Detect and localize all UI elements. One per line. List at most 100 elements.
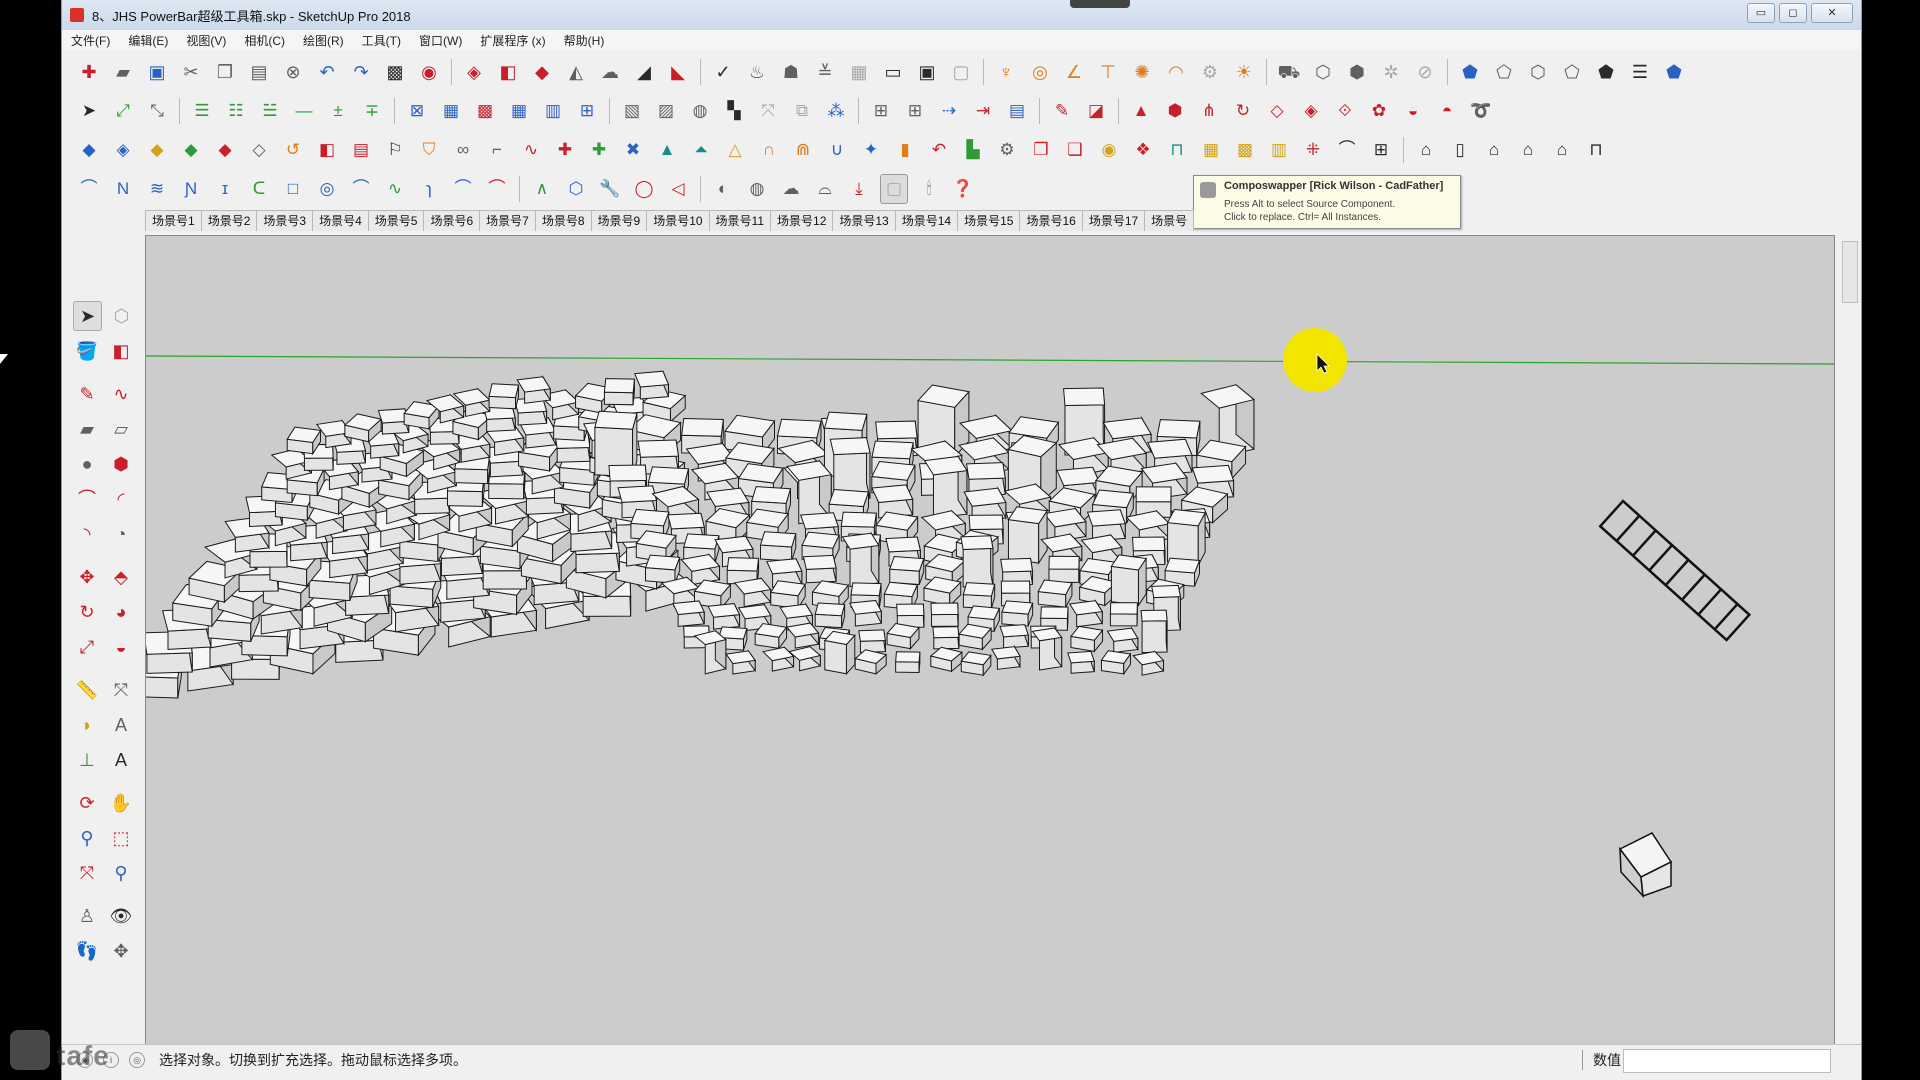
- polygon-icon[interactable]: ⬡: [563, 175, 589, 203]
- tag-red-2-icon[interactable]: ◈: [1298, 97, 1324, 125]
- gem-icon[interactable]: ◉: [1096, 136, 1122, 164]
- undo-red-icon[interactable]: ↶: [926, 136, 952, 164]
- close-button[interactable]: ✕: [1811, 3, 1853, 23]
- layer-icon[interactable]: ▦: [845, 58, 873, 86]
- model-block[interactable]: [854, 649, 888, 675]
- flag-icon[interactable]: ⚐: [382, 136, 408, 164]
- move-green-icon[interactable]: ✚: [586, 136, 612, 164]
- save-icon[interactable]: ▣: [143, 58, 171, 86]
- cone-icon[interactable]: ▲: [654, 136, 680, 164]
- model-block[interactable]: [962, 582, 996, 610]
- rectangle-icon[interactable]: ▰: [73, 415, 101, 443]
- model-block[interactable]: [1109, 602, 1138, 627]
- model-block[interactable]: [672, 600, 705, 627]
- table-icon[interactable]: ▤: [1004, 97, 1030, 125]
- chair-icon[interactable]: ⛉: [416, 136, 442, 164]
- solid-outline-icon[interactable]: ⬠: [1490, 58, 1518, 86]
- polyline-icon[interactable]: ∿: [382, 175, 408, 203]
- pyramid-icon[interactable]: ⏶: [688, 136, 714, 164]
- copy-array-icon[interactable]: ⧉: [789, 97, 815, 125]
- dimension-icon[interactable]: ⤧: [107, 676, 135, 704]
- window-grid-icon[interactable]: ⊞: [902, 97, 928, 125]
- link-icon[interactable]: ∞: [450, 136, 476, 164]
- grid-gold-icon[interactable]: ▦: [1198, 136, 1224, 164]
- move-red-icon[interactable]: ✚: [552, 136, 578, 164]
- tab-scene-18[interactable]: 场景号: [1144, 210, 1195, 231]
- menu-camera[interactable]: 相机(C): [235, 32, 294, 49]
- cube-red-2-icon[interactable]: ❑: [1062, 136, 1088, 164]
- tab-scene-15[interactable]: 场景号15: [957, 210, 1021, 231]
- tab-scene-9[interactable]: 场景号9: [590, 210, 648, 231]
- model-block[interactable]: [1106, 626, 1139, 654]
- model-block[interactable]: [488, 383, 520, 410]
- model-viewport[interactable]: [145, 235, 1835, 1045]
- model-block[interactable]: [707, 603, 741, 630]
- curve-n-icon[interactable]: N: [110, 175, 136, 203]
- undo-icon[interactable]: ↶: [313, 58, 341, 86]
- arc-3pt-icon[interactable]: ◝: [73, 520, 101, 548]
- menu-view[interactable]: 视图(V): [177, 32, 235, 49]
- menu-file[interactable]: 文件(F): [62, 32, 119, 49]
- star-blue-icon[interactable]: ✦: [858, 136, 884, 164]
- gear-faded-icon[interactable]: ⚙: [1196, 58, 1224, 86]
- grid-diagonal-icon[interactable]: ⊠: [404, 97, 430, 125]
- model-block[interactable]: [1001, 600, 1034, 627]
- curve-r-red-icon[interactable]: ⌒: [484, 175, 510, 203]
- fog-icon[interactable]: ☁: [596, 58, 624, 86]
- curve-zigzag-icon[interactable]: ≋: [144, 175, 170, 203]
- scene-canvas[interactable]: [146, 236, 1834, 1044]
- wall-icon[interactable]: ▯: [1447, 136, 1473, 164]
- menu-edit[interactable]: 编辑(E): [119, 32, 177, 49]
- model-block[interactable]: [1069, 625, 1104, 653]
- roof-icon[interactable]: ⌂: [1515, 136, 1541, 164]
- move-tool-icon[interactable]: ✥: [73, 563, 101, 591]
- model-block[interactable]: [1132, 650, 1165, 676]
- protractor-icon[interactable]: ◗: [73, 711, 101, 739]
- plane-gold-icon[interactable]: ◆: [144, 136, 170, 164]
- pencil-red-icon[interactable]: ✎: [1049, 97, 1075, 125]
- solid-subtract-icon[interactable]: ⬡: [1524, 58, 1552, 86]
- curve-i-icon[interactable]: ɪ: [212, 175, 238, 203]
- window-pane-icon[interactable]: ⊞: [868, 97, 894, 125]
- check-icon[interactable]: ✓: [709, 58, 737, 86]
- api-icon[interactable]: ▲: [1128, 97, 1154, 125]
- curve-n2-icon[interactable]: Ɲ: [178, 175, 204, 203]
- cylinder-icon[interactable]: ⌓: [812, 175, 838, 203]
- model-block[interactable]: [848, 599, 883, 627]
- line-plus-icon[interactable]: ±: [325, 97, 351, 125]
- sphere-icon[interactable]: ◍: [687, 97, 713, 125]
- eraser-icon[interactable]: ◧: [107, 337, 135, 365]
- user-icon[interactable]: ◎: [129, 1052, 145, 1068]
- scatter-icon[interactable]: ⁂: [823, 97, 849, 125]
- frame-red-icon[interactable]: ▤: [348, 136, 374, 164]
- ellipse-icon[interactable]: ◯: [631, 175, 657, 203]
- plane-gray-icon[interactable]: ◇: [246, 136, 272, 164]
- rotate-tool-icon[interactable]: ↻: [73, 598, 101, 626]
- box-open-icon[interactable]: ⬢: [1343, 58, 1371, 86]
- pie-icon[interactable]: ◔: [107, 520, 135, 548]
- spiral-icon[interactable]: ➰: [1468, 97, 1494, 125]
- look-around-icon[interactable]: 👁: [107, 902, 135, 930]
- lock-icon[interactable]: ▢: [947, 58, 975, 86]
- tab-scene-5[interactable]: 场景号5: [367, 210, 425, 231]
- cake-icon[interactable]: ◓: [1434, 97, 1460, 125]
- rotate-red-icon[interactable]: ↻: [1230, 97, 1256, 125]
- explode-icon[interactable]: ⁜: [1300, 136, 1326, 164]
- spline-icon[interactable]: ∧: [529, 175, 555, 203]
- grid-gold-2-icon[interactable]: ▩: [1232, 136, 1258, 164]
- grid-cross-icon[interactable]: ⊞: [574, 97, 600, 125]
- solid-union-icon[interactable]: ⬟: [1456, 58, 1484, 86]
- tab-scene-17[interactable]: 场景号17: [1081, 210, 1146, 231]
- model-block[interactable]: [693, 629, 727, 675]
- plane-blue-2-icon[interactable]: ◈: [110, 136, 136, 164]
- model-block[interactable]: [1007, 506, 1048, 565]
- tab-scene-6[interactable]: 场景号6: [423, 210, 481, 231]
- model-block[interactable]: [958, 623, 993, 651]
- redo-icon[interactable]: ↷: [347, 58, 375, 86]
- 3d-text-icon[interactable]: A: [107, 746, 135, 774]
- scale-tool-icon[interactable]: ⤢: [73, 633, 101, 661]
- grid-filled-icon[interactable]: ▥: [540, 97, 566, 125]
- model-block[interactable]: [814, 602, 846, 629]
- shell-icon[interactable]: ⬟: [1660, 58, 1688, 86]
- erase-icon[interactable]: ⊗: [279, 58, 307, 86]
